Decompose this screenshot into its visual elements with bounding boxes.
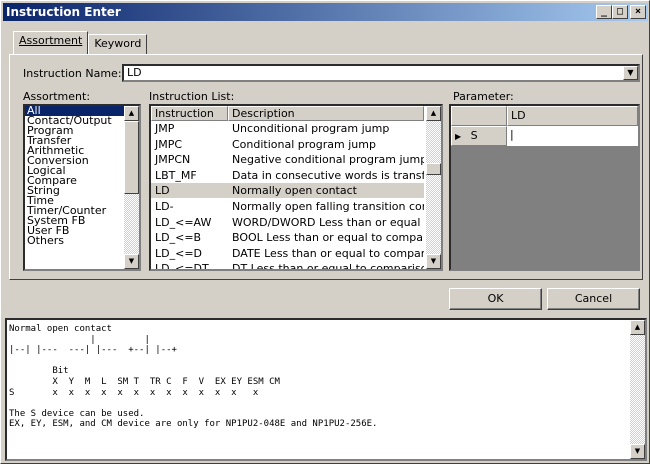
instruction-list-header: Instruction Description [151, 106, 424, 121]
instruction-name-label: Instruction Name: [23, 67, 122, 80]
description-cell: Unconditional program jump [232, 122, 390, 135]
window-title: Instruction Enter [6, 5, 121, 19]
instruction-cell: JMPC [155, 137, 183, 151]
cancel-button[interactable]: Cancel [547, 288, 640, 310]
scroll-down-icon[interactable]: ▼ [426, 254, 441, 269]
assortment-item[interactable]: Others [25, 235, 139, 246]
instruction-row[interactable]: LD_<=B BOOL Less than or equal to compar.… [151, 230, 424, 245]
parameter-label: Parameter: [453, 90, 514, 103]
row-pointer-icon: ▶ [455, 132, 462, 141]
instruction-cell: LD_<=AW [155, 215, 212, 229]
parameter-name: S [470, 129, 478, 142]
description-cell: DATE Less than or equal to compar... [232, 246, 424, 260]
assortment-label: Assortment: [23, 90, 91, 103]
instruction-cell: JMPCN [155, 153, 191, 167]
maximize-button[interactable]: □ [612, 5, 628, 19]
scroll-thumb[interactable] [426, 163, 441, 175]
parameter-value-input[interactable]: | [507, 126, 638, 146]
description-cell: Conditional program jump [232, 137, 376, 151]
description-cell: DT Less than or equal to comparison [232, 262, 424, 271]
instruction-list[interactable]: Instruction Description JMP Unconditional… [149, 104, 443, 271]
description-cell: Negative conditional program jump [232, 153, 424, 167]
instruction-cell: LD_<=DT [155, 262, 209, 271]
chevron-down-icon[interactable]: ▼ [623, 66, 638, 80]
instruction-row[interactable]: JMPCN Negative conditional program jump [151, 152, 424, 167]
description-cell: Normally open falling transition cont... [232, 200, 424, 213]
scroll-up-icon[interactable]: ▲ [124, 106, 139, 121]
tab-keyword[interactable]: Keyword [88, 34, 148, 54]
parameter-grid[interactable]: LD ▶ S | [449, 104, 640, 271]
instruction-enter-dialog: Instruction Enter _ □ × Assortment Keywo… [0, 0, 650, 464]
instruction-cell: LD_<=D [155, 246, 203, 260]
col-instruction[interactable]: Instruction [151, 106, 228, 121]
assortment-scrollbar[interactable]: ▲ ▼ [124, 106, 139, 269]
description-cell: Data in consecutive words is transf... [232, 168, 424, 182]
scroll-up-icon[interactable]: ▲ [630, 320, 645, 335]
instruction-row[interactable]: LD- Normally open falling transition cont… [151, 199, 424, 214]
scroll-thumb[interactable] [124, 121, 139, 194]
description-cell: WORD/DWORD Less than or equal ... [232, 215, 424, 229]
description-cell: Normally open contact [232, 184, 357, 198]
help-text: Normal open contact | | |--| |--- ---| |… [9, 324, 378, 430]
instruction-row[interactable]: LD Normally open contact [151, 183, 424, 199]
instruction-list-label: Instruction List: [149, 90, 235, 103]
parameter-column-header: LD [507, 106, 638, 126]
instruction-row[interactable]: LD_<=D DATE Less than or equal to compar.… [151, 246, 424, 261]
instruction-name-combo[interactable]: LD ▼ [122, 64, 640, 82]
title-bar: Instruction Enter _ □ × [3, 3, 648, 21]
instruction-row[interactable]: JMPC Conditional program jump [151, 137, 424, 152]
instruction-row[interactable]: LD_<=AW WORD/DWORD Less than or equal ... [151, 215, 424, 230]
instruction-cell: JMP [155, 122, 175, 135]
instruction-cell: LD [155, 184, 170, 198]
parameter-row[interactable]: ▶ S | [451, 126, 638, 146]
scroll-down-icon[interactable]: ▼ [630, 444, 645, 459]
minimize-button[interactable]: _ [596, 5, 612, 19]
instruction-list-scrollbar[interactable]: ▲ ▼ [426, 106, 441, 269]
tab-bar: Assortment Keyword [13, 31, 148, 54]
instruction-row[interactable]: LD_<=DT DT Less than or equal to comparis… [151, 261, 424, 271]
parameter-header: LD [451, 106, 638, 126]
help-scrollbar[interactable]: ▲ ▼ [630, 320, 645, 459]
ok-button[interactable]: OK [449, 288, 542, 310]
close-button[interactable]: × [630, 5, 646, 19]
scroll-down-icon[interactable]: ▼ [124, 254, 139, 269]
assortment-list[interactable]: All Contact/Output Program Transfer Arithmet… [23, 104, 141, 271]
col-description[interactable]: Description [228, 106, 424, 121]
instruction-row[interactable]: LBT_MF Data in consecutive words is trans… [151, 168, 424, 183]
instruction-name-value: LD [127, 66, 142, 79]
help-panel: Normal open contact | | |--| |--- ---| |… [5, 318, 647, 461]
instruction-cell: LD- [155, 200, 174, 213]
scroll-up-icon[interactable]: ▲ [426, 106, 441, 121]
instruction-cell: LD_<=B [155, 231, 202, 245]
instruction-cell: LBT_MF [155, 168, 197, 182]
instruction-row[interactable]: JMP Unconditional program jump [151, 121, 424, 136]
tab-assortment[interactable]: Assortment [13, 31, 89, 54]
description-cell: BOOL Less than or equal to compar... [232, 231, 424, 245]
